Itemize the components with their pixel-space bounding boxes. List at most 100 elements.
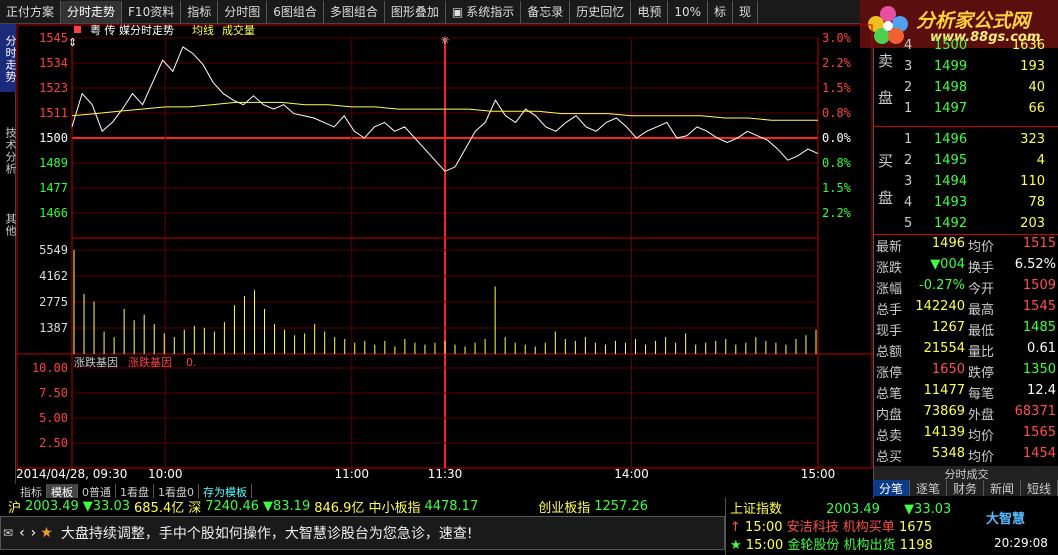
side-tab-other[interactable]: 其他 xyxy=(0,204,17,244)
side-tab-technical[interactable]: 技术分析 xyxy=(0,116,17,184)
sun-marker-icon: ☼ xyxy=(440,34,450,47)
quote-label-right: 均价 xyxy=(968,429,995,444)
indicator-name-2[interactable]: 涨跌基因 xyxy=(128,355,172,369)
template-tab-1[interactable]: 模板 xyxy=(47,484,78,499)
time-tick: 14:00 xyxy=(614,467,649,481)
toolbar-overlay[interactable]: 图形叠加 xyxy=(385,0,446,23)
detail-tab-2[interactable]: 财务 xyxy=(947,480,984,496)
time-tick: 15:00 xyxy=(801,467,836,481)
quote-label-left: 最新 xyxy=(876,240,903,255)
star-icon: ★ xyxy=(40,525,53,541)
detail-tab-0[interactable]: 分笔 xyxy=(873,480,910,496)
template-tab-2[interactable]: 0普通 xyxy=(78,484,116,499)
quote-label-right: 每笔 xyxy=(968,387,995,402)
quote-label-left: 总额 xyxy=(876,345,903,360)
toolbar-multi-grid[interactable]: 多图组合 xyxy=(324,0,385,23)
buy-row[interactable]: 1 1496 323 xyxy=(874,132,1058,153)
toolbar-plan[interactable]: 正付方案 xyxy=(0,0,62,23)
time-tick: 2014/04/28, 09:30 xyxy=(16,467,127,481)
toolbar-alert[interactable]: 电预 xyxy=(631,0,669,23)
indicator-name[interactable]: 涨跌基因 xyxy=(74,355,118,369)
next-arrow-icon[interactable]: › xyxy=(31,525,37,541)
quote-label-left: 涨幅 xyxy=(876,282,903,297)
quote-row: 最新 1496 均价 1515 xyxy=(874,236,1058,257)
ticker-sh-label: 沪 xyxy=(8,500,22,516)
time-tick: 11:30 xyxy=(428,467,463,481)
quote-row: 涨停 1650 跌停 1350 xyxy=(874,362,1058,383)
detail-tab-4[interactable]: 短线 xyxy=(1021,480,1058,496)
buy-level: 2 xyxy=(904,153,913,168)
quote-value-left: ▼004 xyxy=(930,257,965,272)
quote-label-right: 换手 xyxy=(968,261,995,276)
toolbar-ten-pct[interactable]: 10% xyxy=(668,0,708,23)
clock: 20:29:08 xyxy=(994,536,1048,550)
buy-volume: 78 xyxy=(1028,195,1045,210)
detail-tab-1[interactable]: 逐笔 xyxy=(910,480,947,496)
message-text[interactable]: 大盘持续调整，手中个股如何操作，大智慧诊股台为您急诊，速查! xyxy=(61,523,473,543)
ticker-sh-amount: 685.4亿 xyxy=(134,500,185,516)
sell-level: 3 xyxy=(904,59,913,74)
quote-value-right: 1515 xyxy=(1022,236,1056,251)
news-1-time: 15:00 xyxy=(745,520,783,535)
news-2-text: 金轮股份 机构出货 xyxy=(787,538,896,553)
cursor-marker-icon: ⇕ xyxy=(68,36,77,49)
quote-row: 涨跌 ▼004 换手 6.52% xyxy=(874,257,1058,278)
buy-price: 1493 xyxy=(934,195,968,210)
toolbar-intraday[interactable]: 分时走势 xyxy=(61,0,123,23)
toolbar-memo[interactable]: 备忘录 xyxy=(521,0,571,23)
quote-value-right: 68371 xyxy=(1014,404,1056,419)
ticker-zx-value: 4478.17 xyxy=(424,498,479,514)
buy-level: 5 xyxy=(904,216,913,231)
toolbar-system[interactable]: ▣ 系统指示 xyxy=(446,0,522,23)
detail-tab-3[interactable]: 新闻 xyxy=(984,480,1021,496)
sell-row[interactable]: 2 1498 40 xyxy=(874,80,1058,101)
sell-row[interactable]: 4 1500 1636 xyxy=(874,38,1058,59)
quote-value-left: 142240 xyxy=(915,299,965,314)
buy-row[interactable]: 3 1494 110 xyxy=(874,174,1058,195)
quote-label-right: 今开 xyxy=(968,282,995,297)
quote-label-left: 总手 xyxy=(876,303,903,318)
quote-value-left: 1496 xyxy=(931,236,965,251)
quote-label-left: 内盘 xyxy=(876,408,903,423)
buy-price: 1496 xyxy=(934,132,968,147)
stock-title: 粤 传 媒分时走势 xyxy=(90,24,174,37)
quote-value-left: -0.27% xyxy=(919,278,965,293)
prev-arrow-icon[interactable]: ‹ xyxy=(19,525,25,541)
quote-row: 总笔 11477 每笔 12.4 xyxy=(874,383,1058,404)
pct-tick: 2.2% xyxy=(822,206,852,220)
side-tab-intraday[interactable]: 分时走势 xyxy=(0,24,17,92)
price-tick: 1477 xyxy=(39,181,68,195)
quote-value-right: 1454 xyxy=(1022,446,1056,461)
close-chart-icon[interactable] xyxy=(74,26,81,33)
buy-row[interactable]: 2 1495 4 xyxy=(874,153,1058,174)
quote-label-left: 涨停 xyxy=(876,366,903,381)
quote-label-left: 涨跌 xyxy=(876,261,903,276)
quote-value-left: 1267 xyxy=(931,320,965,335)
toolbar-now[interactable]: 现 xyxy=(733,0,759,23)
sell-row[interactable]: 1 1497 66 xyxy=(874,101,1058,122)
buy-price: 1494 xyxy=(934,174,968,189)
toolbar-indicator[interactable]: 指标 xyxy=(181,0,219,23)
message-bar: ✉ ‹ › ★ 大盘持续调整，手中个股如何操作，大智慧诊股台为您急诊，速查! xyxy=(0,516,725,550)
quote-value-left: 14139 xyxy=(923,425,965,440)
toolbar-six-grid[interactable]: 6图组合 xyxy=(267,0,324,23)
price-tick: 1523 xyxy=(39,81,68,95)
quote-row: 总买 5348 均价 1454 xyxy=(874,446,1058,467)
toolbar-intraday-chart[interactable]: 分时图 xyxy=(218,0,268,23)
news-1-text: 安洁科技 机构买单 xyxy=(786,520,895,535)
toolbar-f10[interactable]: F10资料 xyxy=(122,0,182,23)
sell-row[interactable]: 3 1499 193 xyxy=(874,59,1058,80)
mail-icon[interactable]: ✉ xyxy=(3,526,13,540)
toolbar-mark[interactable]: 标 xyxy=(708,0,734,23)
pct-tick: 1.5% xyxy=(822,81,852,95)
toolbar-history[interactable]: 历史回忆 xyxy=(570,0,632,23)
quote-label-right: 均价 xyxy=(968,450,995,465)
buy-row[interactable]: 4 1493 78 xyxy=(874,195,1058,216)
template-tab-5[interactable]: 存为模板 xyxy=(199,484,252,499)
quote-row: 现手 1267 最低 1485 xyxy=(874,320,1058,341)
price-tick: 1534 xyxy=(39,56,68,70)
detail-tabs: 分笔 逐笔 财务 新闻 短线 xyxy=(873,480,1058,496)
quote-value-right: 1565 xyxy=(1022,425,1056,440)
panel-footer[interactable]: 分时成交 xyxy=(874,466,1058,481)
volume-tick: 1387 xyxy=(39,321,68,335)
